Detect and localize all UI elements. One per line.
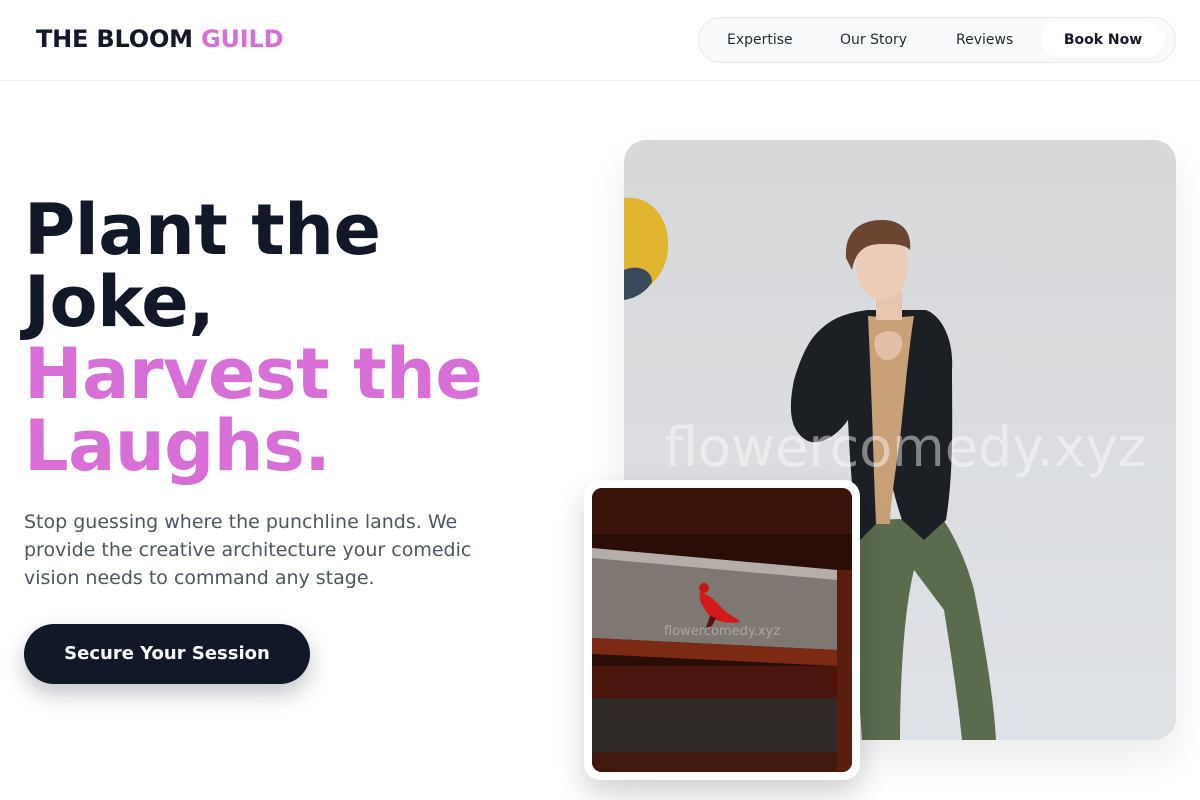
brand-name-part1: THE BLOOM	[36, 25, 193, 53]
hero-secondary-photo: flowercomedy.xyz	[592, 488, 852, 772]
secure-session-button[interactable]: Secure Your Session	[24, 624, 310, 684]
book-now-button[interactable]: Book Now	[1041, 22, 1165, 58]
headline-line-3: Harvest the	[24, 333, 483, 415]
headline-line-4: Laughs.	[24, 405, 331, 487]
main-nav: Expertise Our Story Reviews Book Now	[698, 17, 1176, 63]
hero-headline: Plant the Joke, Harvest the Laughs.	[24, 194, 584, 482]
headline-line-1: Plant the	[24, 189, 381, 271]
headline-line-2: Joke,	[24, 261, 215, 343]
nav-item-reviews[interactable]: Reviews	[956, 18, 1013, 62]
hero-secondary-photo-card: flowercomedy.xyz	[584, 480, 860, 780]
brand-logo[interactable]: THE BLOOM GUILD	[36, 24, 284, 54]
hero-lead-text: Stop guessing where the punchline lands.…	[24, 511, 472, 589]
nav-item-our-story[interactable]: Our Story	[840, 18, 907, 62]
site-header: THE BLOOM GUILD Expertise Our Story Revi…	[0, 0, 1200, 81]
brand-name-part2: GUILD	[200, 25, 284, 53]
secondary-photo-watermark: flowercomedy.xyz	[664, 624, 781, 639]
nav-item-expertise[interactable]: Expertise	[727, 18, 793, 62]
main-photo-watermark: flowercomedy.xyz	[664, 416, 1146, 479]
